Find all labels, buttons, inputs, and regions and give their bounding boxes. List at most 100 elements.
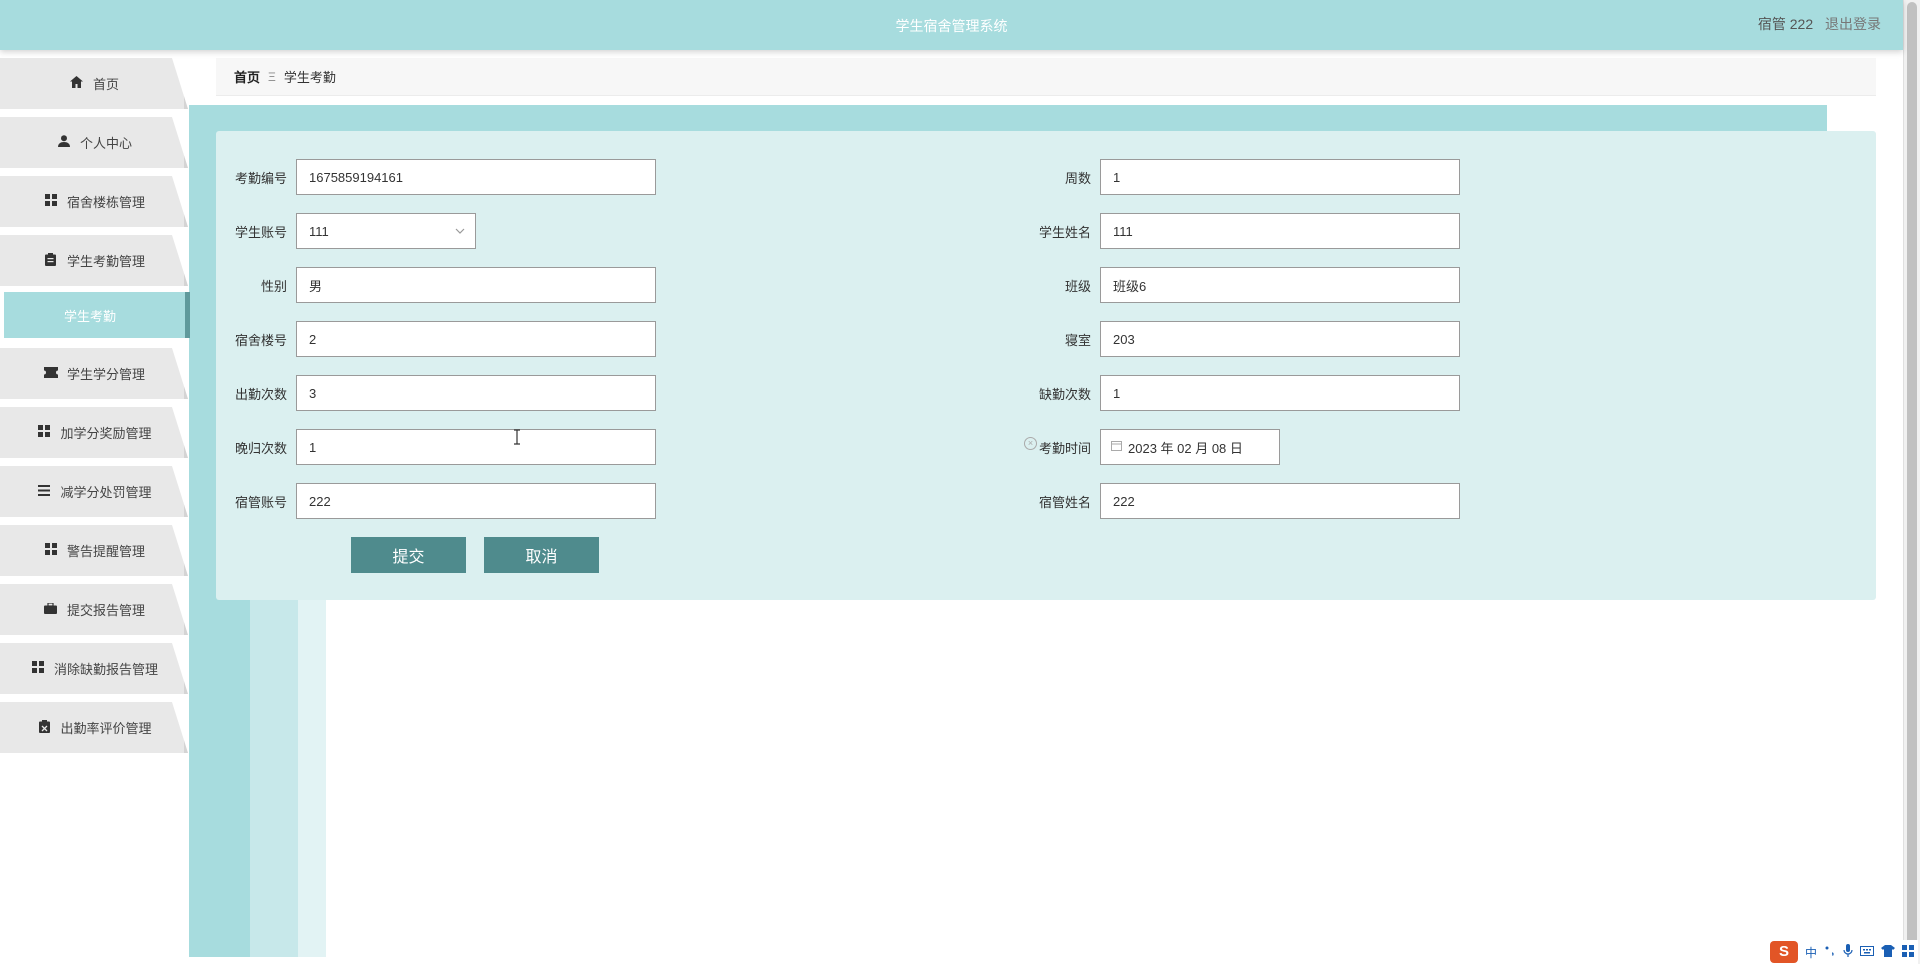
grid-icon: [43, 543, 59, 558]
date-value: 2023 年 02 月 08 日: [1128, 440, 1243, 456]
sidebar: 首页 个人中心 宿舍楼栋管理 学生考勤管理 学生考勤 学生学分管理 加学分奖励管…: [0, 58, 190, 761]
field-label: 周数: [1064, 170, 1091, 186]
text-cursor-icon: [512, 429, 522, 450]
sidebar-subitem-label: 学生考勤: [64, 308, 117, 324]
field-label: 宿管账号: [234, 494, 287, 510]
gender-input[interactable]: [296, 267, 656, 303]
select-value: 111: [309, 223, 329, 239]
content-lower-area: [326, 600, 1903, 964]
sidebar-item-label: 学生学分管理: [66, 367, 145, 382]
field-cqcs: 出勤次数: [216, 375, 656, 411]
attendance-id-input[interactable]: [296, 159, 656, 195]
sidebar-item-label: 学生考勤管理: [66, 254, 145, 269]
field-kqsj: 考勤时间 2023 年 02 月 08 日: [1020, 429, 1280, 465]
field-sgzh: 宿管账号: [216, 483, 656, 519]
sidebar-item-label: 消除缺勤报告管理: [53, 662, 158, 677]
breadcrumb-home[interactable]: 首页: [234, 67, 260, 86]
field-bj: 班级: [1020, 267, 1460, 303]
student-name-input[interactable]: [1100, 213, 1460, 249]
class-input[interactable]: [1100, 267, 1460, 303]
week-input[interactable]: [1100, 159, 1460, 195]
building-number-input[interactable]: [296, 321, 656, 357]
sogou-logo-icon[interactable]: S: [1769, 941, 1798, 963]
sidebar-item-reward[interactable]: 加学分奖励管理: [0, 407, 188, 458]
sidebar-item-label: 个人中心: [79, 136, 132, 151]
sidebar-item-label: 减学分处罚管理: [60, 485, 152, 500]
home-icon: [69, 76, 85, 91]
user-role: 宿管 222: [1757, 16, 1814, 32]
field-label: 考勤时间: [1038, 440, 1091, 456]
ticket-icon: [43, 366, 59, 381]
microphone-icon[interactable]: [1843, 944, 1853, 960]
cancel-button[interactable]: 取消: [484, 537, 599, 573]
sidebar-item-building[interactable]: 宿舍楼栋管理: [0, 176, 188, 227]
sidebar-item-credits[interactable]: 学生学分管理: [0, 348, 188, 399]
submit-button[interactable]: 提交: [351, 537, 466, 573]
grid-icon: [43, 194, 59, 209]
field-xszh: 学生账号 111: [216, 213, 476, 249]
sidebar-item-warning[interactable]: 警告提醒管理: [0, 525, 188, 576]
field-xb: 性别: [216, 267, 656, 303]
sidebar-item-report[interactable]: 提交报告管理: [0, 584, 188, 635]
keyboard-icon[interactable]: [1860, 945, 1874, 959]
toolbox-icon[interactable]: [1902, 944, 1914, 960]
logout-link[interactable]: 退出登录: [1825, 16, 1881, 32]
clipboard-icon: [43, 252, 59, 269]
ime-toolbar: S 中: [1765, 940, 1918, 964]
dorm-room-input[interactable]: [1100, 321, 1460, 357]
user-area: 宿管 222 退出登录: [1758, 14, 1881, 34]
clipboard-x-icon: [36, 719, 52, 736]
field-label: 出勤次数: [234, 386, 287, 402]
field-zhoushu: 周数: [1020, 159, 1460, 195]
calendar-icon: [1111, 440, 1122, 454]
scrollbar-thumb[interactable]: [1907, 2, 1917, 957]
sidebar-item-label: 提交报告管理: [66, 603, 145, 618]
sidebar-item-home[interactable]: 首页: [0, 58, 188, 109]
briefcase-icon: [43, 601, 59, 617]
sidebar-item-penalty[interactable]: 减学分处罚管理: [0, 466, 188, 517]
top-header: 学生宿舍管理系统 宿管 222 退出登录: [0, 0, 1903, 50]
absence-count-input[interactable]: [1100, 375, 1460, 411]
field-label: 班级: [1064, 278, 1091, 294]
breadcrumb: 首页 Ξ 学生考勤: [216, 58, 1876, 96]
field-qqcs: 缺勤次数: [1020, 375, 1460, 411]
sidebar-item-attendance[interactable]: 学生考勤管理: [0, 235, 188, 286]
sidebar-subitem-student-attendance[interactable]: 学生考勤: [4, 292, 190, 338]
manager-account-input[interactable]: [296, 483, 656, 519]
sidebar-item-label: 警告提醒管理: [66, 544, 145, 559]
sidebar-item-label: 出勤率评价管理: [60, 721, 152, 736]
late-return-count-input[interactable]: [296, 429, 656, 465]
skin-icon[interactable]: [1881, 944, 1895, 960]
chevron-down-icon: [455, 226, 465, 237]
grid-icon: [36, 425, 52, 440]
sidebar-item-absence-report[interactable]: 消除缺勤报告管理: [0, 643, 188, 694]
field-sgxm: 宿管姓名: [1020, 483, 1460, 519]
sidebar-item-label: 宿舍楼栋管理: [66, 195, 145, 210]
grid-icon: [30, 661, 46, 676]
field-label: 性别: [260, 278, 287, 294]
field-kqbh: 考勤编号: [216, 159, 656, 195]
ime-language[interactable]: 中: [1805, 944, 1817, 961]
content-stripe-light: [298, 600, 326, 957]
manager-name-input[interactable]: [1100, 483, 1460, 519]
list-icon: [36, 484, 52, 499]
sidebar-item-label: 加学分奖励管理: [60, 426, 152, 441]
field-label: 晚归次数: [234, 440, 287, 456]
field-label: 学生姓名: [1038, 224, 1091, 240]
field-label: 考勤编号: [234, 170, 287, 186]
breadcrumb-separator-icon: Ξ: [268, 69, 276, 84]
attendance-count-input[interactable]: [296, 375, 656, 411]
student-account-select[interactable]: 111: [296, 213, 476, 249]
sidebar-item-label: 首页: [92, 77, 119, 92]
attendance-date-picker[interactable]: 2023 年 02 月 08 日: [1100, 429, 1280, 465]
user-icon: [56, 135, 72, 150]
sidebar-item-profile[interactable]: 个人中心: [0, 117, 188, 168]
field-xsxm: 学生姓名: [1020, 213, 1460, 249]
punctuation-icon[interactable]: [1824, 945, 1836, 960]
sidebar-item-evaluation[interactable]: 出勤率评价管理: [0, 702, 188, 753]
field-label: 学生账号: [234, 224, 287, 240]
field-label: 缺勤次数: [1038, 386, 1091, 402]
field-qs: 寝室: [1020, 321, 1460, 357]
vertical-scrollbar[interactable]: [1903, 0, 1920, 964]
field-label: 寝室: [1064, 332, 1091, 348]
